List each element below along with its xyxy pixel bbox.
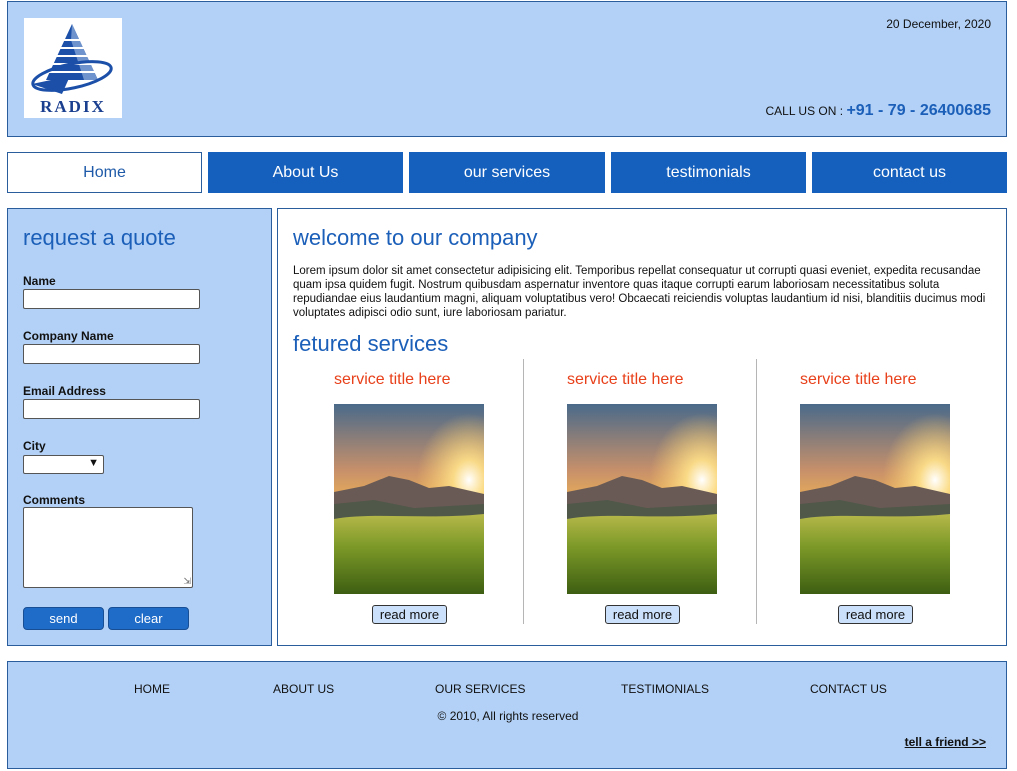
footer-link-testimonials[interactable]: TESTIMONIALS <box>621 682 709 696</box>
quote-title: request a quote <box>23 225 176 250</box>
sunset-landscape-image <box>567 404 717 594</box>
send-button[interactable]: send <box>23 607 104 630</box>
nav-home[interactable]: Home <box>7 152 202 193</box>
landscape-image-icon <box>567 404 717 594</box>
footer-link-home[interactable]: HOME <box>134 682 170 696</box>
main-content: welcome to our company Lorem ipsum dolor… <box>277 208 1007 646</box>
name-field[interactable] <box>23 289 200 309</box>
service-title: service title here <box>800 371 917 388</box>
site-footer: HOME ABOUT US OUR SERVICES TESTIMONIALS … <box>7 661 1007 769</box>
sunset-landscape-image <box>800 404 950 594</box>
welcome-title: welcome to our company <box>293 225 538 250</box>
radix-logo[interactable]: RADIX <box>24 18 122 118</box>
footer-link-contact-us[interactable]: CONTACT US <box>810 682 887 696</box>
call-us: CALL US ON : +91 - 79 - 26400685 <box>766 102 991 120</box>
company-label: Company Name <box>23 329 114 343</box>
phone-number[interactable]: +91 - 79 - 26400685 <box>846 102 991 119</box>
service-card: service title here read more <box>744 359 977 624</box>
nav-our-services[interactable]: our services <box>409 152 605 193</box>
sunset-landscape-image <box>334 404 484 594</box>
footer-link-about-us[interactable]: ABOUT US <box>273 682 334 696</box>
clear-button[interactable]: clear <box>108 607 189 630</box>
tell-a-friend-link[interactable]: tell a friend >> <box>905 735 986 749</box>
nav-testimonials[interactable]: testimonials <box>611 152 806 193</box>
service-title: service title here <box>567 371 684 388</box>
city-label: City <box>23 439 46 453</box>
landscape-image-icon <box>800 404 950 594</box>
copyright-text: © 2010, All rights reserved <box>437 709 579 723</box>
comments-textarea[interactable]: ⇲ <box>23 507 193 588</box>
read-more-button[interactable]: read more <box>372 605 447 624</box>
header-date: 20 December, 2020 <box>886 17 991 31</box>
chevron-down-icon: ▼ <box>88 457 99 469</box>
call-us-label: CALL US ON : <box>765 104 847 118</box>
service-card: service title here read more <box>511 359 744 624</box>
read-more-button[interactable]: read more <box>838 605 913 624</box>
company-field[interactable] <box>23 344 200 364</box>
site-header: RADIX 20 December, 2020 CALL US ON : +91… <box>7 1 1007 137</box>
comments-label: Comments <box>23 493 86 507</box>
name-label: Name <box>23 274 56 288</box>
read-more-button[interactable]: read more <box>605 605 680 624</box>
footer-link-our-services[interactable]: OUR SERVICES <box>435 682 525 696</box>
service-title: service title here <box>334 371 451 388</box>
intro-paragraph: Lorem ipsum dolor sit amet consectetur a… <box>293 265 986 319</box>
logo-text: RADIX <box>40 97 106 116</box>
nav-contact-us[interactable]: contact us <box>812 152 1007 193</box>
nav-about-us[interactable]: About Us <box>208 152 403 193</box>
landscape-image-icon <box>334 404 484 594</box>
email-field[interactable] <box>23 399 200 419</box>
main-nav: Home About Us our services testimonials … <box>7 152 1007 193</box>
featured-services-title: fetured services <box>293 331 449 356</box>
service-card: service title here read more <box>278 359 511 624</box>
quote-sidebar: request a quote Name Company Name Email … <box>7 208 272 646</box>
city-select[interactable]: ▼ <box>23 455 104 474</box>
resize-grip-icon[interactable]: ⇲ <box>183 576 191 587</box>
email-label: Email Address <box>23 384 106 398</box>
